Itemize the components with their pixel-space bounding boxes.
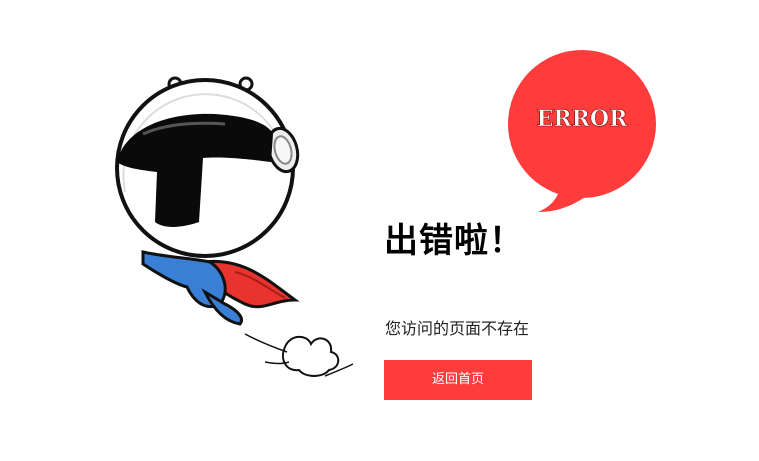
error-speech-bubble-icon: ERROR [508,50,656,212]
page-title: 出错啦！ [384,221,524,261]
astronaut-mascot-icon [115,76,354,377]
error-message: 您访问的页面不存在 [385,319,530,338]
error-page: ERROR 出错啦！ 您访问的页面不存在 返回首页 [0,0,759,461]
error-badge-text: ERROR [537,106,628,132]
back-to-home-button[interactable]: 返回首页 [384,360,532,400]
